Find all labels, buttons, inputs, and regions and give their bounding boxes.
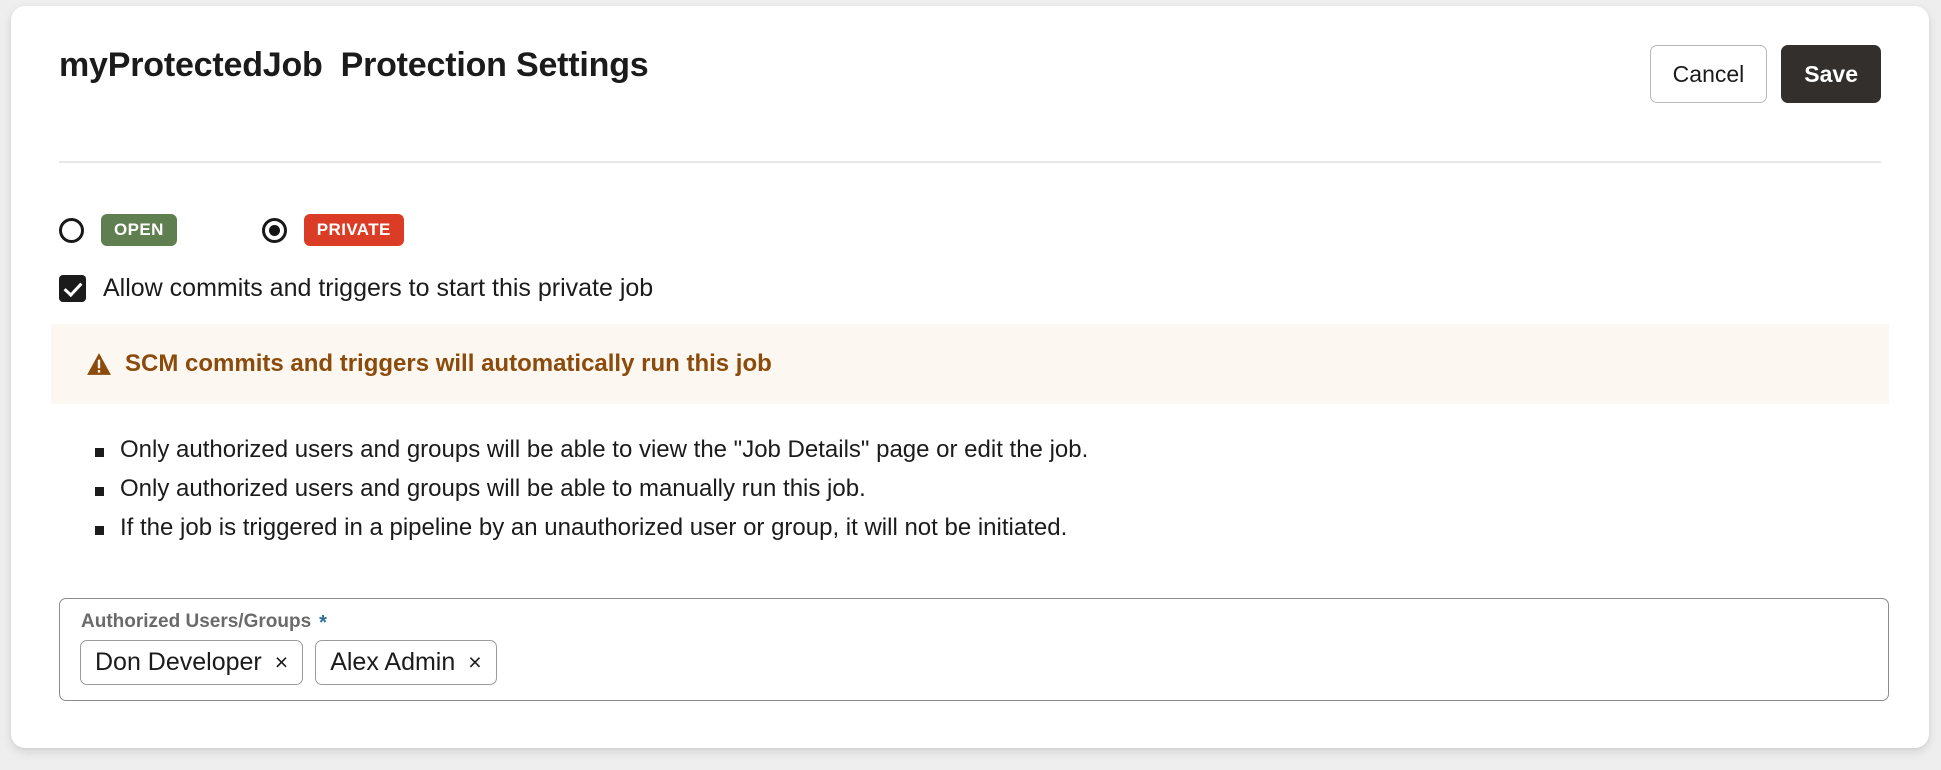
warning-triangle-icon [87,353,111,375]
protection-notes-list: Only authorized users and groups will be… [95,436,1088,553]
header-actions: Cancel Save [1649,45,1881,103]
card-header: myProtectedJob Protection Settings Cancel… [11,6,1929,161]
radio-open[interactable] [59,217,84,243]
list-item[interactable]: Don Developer × [80,640,304,685]
close-icon[interactable]: × [275,651,288,674]
visibility-option-private[interactable]: PRIVATE [261,214,404,246]
allow-commits-checkbox[interactable] [59,275,86,302]
chip-label: Don Developer [95,648,262,676]
radio-private[interactable] [261,217,287,243]
list-item: If the job is triggered in a pipeline by… [95,514,1088,542]
required-asterisk: * [319,612,327,634]
authorized-users-label: Authorized Users/Groups * [81,611,327,635]
job-name: myProtectedJob [59,46,323,84]
cancel-button[interactable]: Cancel [1649,45,1768,103]
allow-commits-row[interactable]: Allow commits and triggers to start this… [59,274,653,303]
allow-commits-label: Allow commits and triggers to start this… [103,274,654,302]
page-title: myProtectedJob Protection Settings [59,46,649,85]
badge-open[interactable]: OPEN [101,214,177,246]
authorized-users-label-text: Authorized Users/Groups [81,611,312,632]
page-title-text: Protection Settings [340,46,649,84]
save-button[interactable]: Save [1781,45,1881,103]
list-item: Only authorized users and groups will be… [95,436,1088,464]
protection-settings-card: myProtectedJob Protection Settings Cancel… [11,6,1929,748]
badge-private[interactable]: PRIVATE [303,214,404,246]
list-item: Only authorized users and groups will be… [95,475,1088,503]
scm-warning-text: SCM commits and triggers will automatica… [125,350,772,377]
close-icon[interactable]: × [468,651,481,674]
authorized-users-field[interactable]: Authorized Users/Groups * Don Developer ×… [59,598,1889,701]
visibility-option-open[interactable]: OPEN [59,214,177,246]
chip-label: Alex Admin [330,648,456,676]
card-body: OPEN PRIVATE Allow commits and triggers … [11,161,1929,748]
scm-warning-banner: SCM commits and triggers will automatica… [51,324,1889,404]
list-item[interactable]: Alex Admin × [315,640,497,685]
visibility-radio-group: OPEN PRIVATE [59,214,404,246]
authorized-users-chips: Don Developer × Alex Admin × [80,640,497,685]
